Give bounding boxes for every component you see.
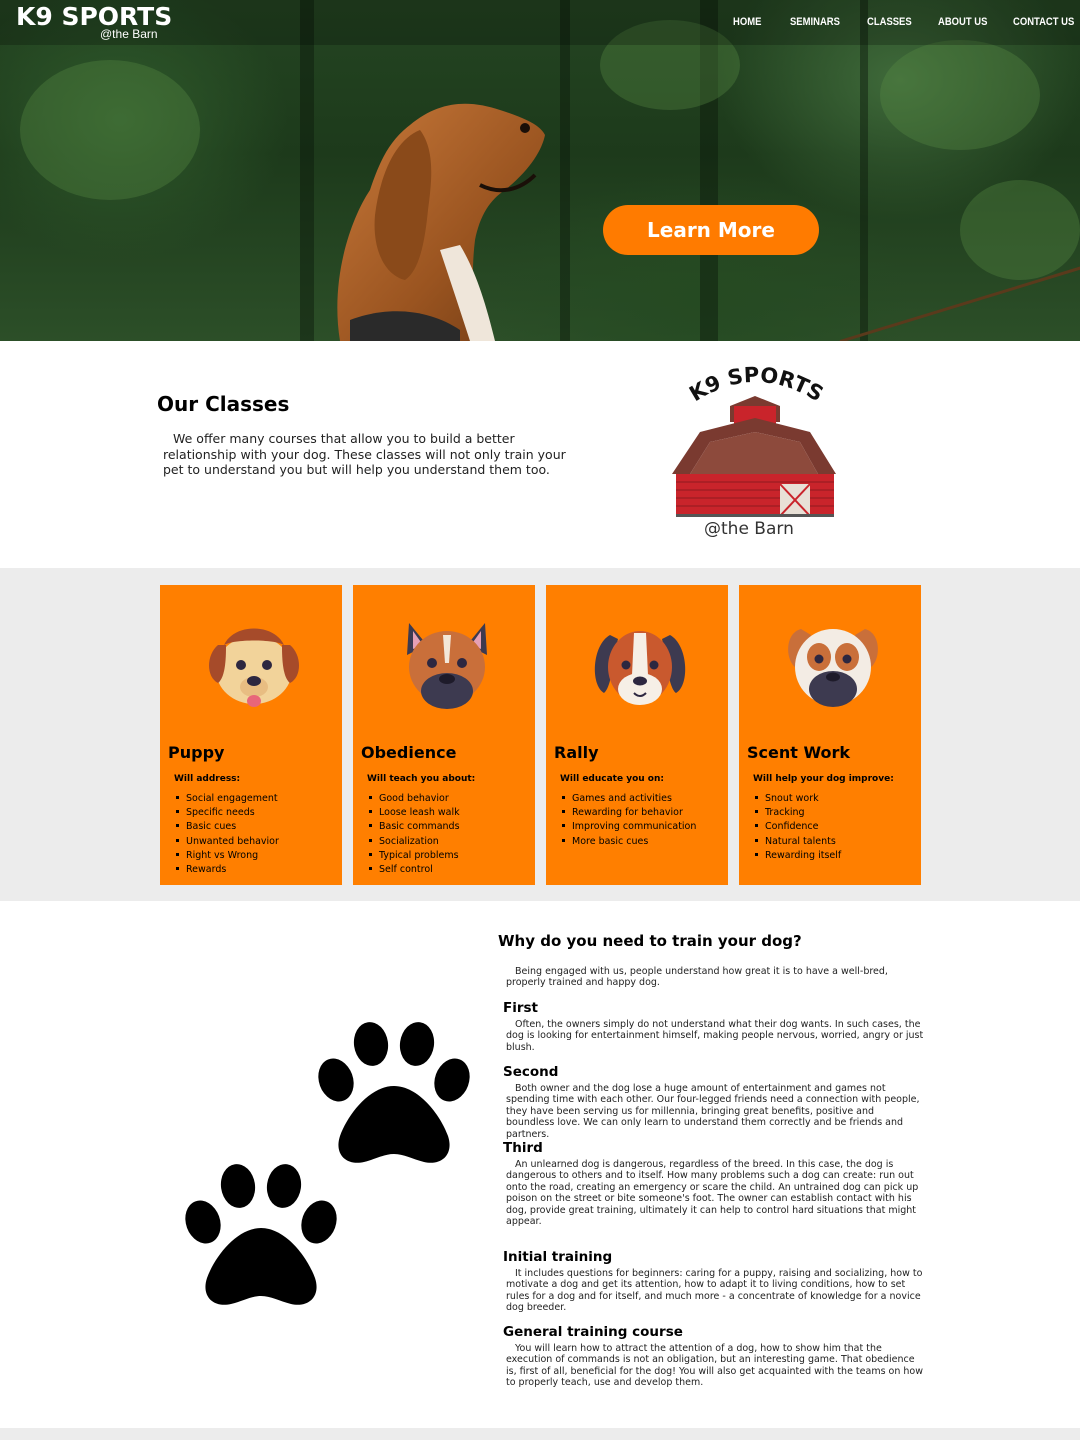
why-train-title: Why do you need to train your dog? [498,932,802,950]
foliage [20,60,200,200]
card-intro: Will help your dog improve: [753,774,894,784]
card-title: Rally [554,743,599,762]
card-title: Obedience [361,743,457,762]
card-list: Good behavior Loose leash walk Basic com… [367,792,460,877]
section-text: An unlearned dog is dangerous, regardles… [506,1159,919,1228]
mastiff-face-icon [788,629,878,707]
paw-print-icon [318,1022,470,1163]
class-card-obedience[interactable]: Obedience Will teach you about: Good beh… [353,585,535,885]
section-heading: Third [503,1140,543,1156]
boxer-face-icon [407,623,487,709]
beagle-face-icon [594,631,686,705]
list-item: Tracking [753,806,841,820]
top-navbar: K9 SPORTS @the Barn HOME SEMINARS CLASSE… [0,0,1080,45]
section-heading: Initial training [503,1249,613,1265]
paw-print-icon [185,1164,337,1305]
foliage [880,40,1040,150]
card-title: Puppy [168,743,225,762]
tree-trunk [860,0,868,341]
foliage [960,180,1080,280]
nav-contact-us[interactable]: CONTACT US [1013,16,1074,28]
list-item: Games and activities [560,792,696,806]
card-intro: Will teach you about: [367,774,476,784]
nav-about-us[interactable]: ABOUT US [938,16,987,28]
site-logo-subtitle: @the Barn [100,27,158,41]
list-item: Good behavior [367,792,460,806]
nav-home[interactable]: HOME [733,16,761,28]
footer-band [0,1428,1080,1440]
card-list: Snout work Tracking Confidence Natural t… [753,792,841,863]
card-title: Scent Work [747,743,851,762]
nav-seminars[interactable]: SEMINARS [790,16,840,28]
class-card-scent-work[interactable]: Scent Work Will help your dog improve: S… [739,585,921,885]
barn-logo-subtitle: @the Barn [704,519,794,539]
list-item: Confidence [753,820,841,834]
nav-classes[interactable]: CLASSES [867,16,912,28]
list-item: Unwanted behavior [174,835,279,849]
dog-photo [337,103,545,341]
section-text: You will learn how to attract the attent… [506,1343,924,1389]
list-item: More basic cues [560,835,696,849]
card-list: Social engagement Specific needs Basic c… [174,792,279,877]
section-text: Often, the owners simply do not understa… [506,1019,924,1053]
list-item: Specific needs [174,806,279,820]
our-classes-title: Our Classes [157,392,290,416]
class-card-rally[interactable]: Rally Will educate you on: Games and act… [546,585,728,885]
card-intro: Will address: [174,774,241,784]
list-item: Self control [367,863,460,877]
list-item: Socialization [367,835,460,849]
list-item: Snout work [753,792,841,806]
list-item: Rewards [174,863,279,877]
list-item: Social engagement [174,792,279,806]
card-list: Games and activities Rewarding for behav… [560,792,696,849]
class-card-puppy[interactable]: Puppy Will address: Social engagement Sp… [160,585,342,885]
list-item: Rewarding itself [753,849,841,863]
list-item: Basic cues [174,820,279,834]
puppy-face-icon [209,628,299,707]
list-item: Right vs Wrong [174,849,279,863]
list-item: Typical problems [367,849,460,863]
list-item: Loose leash walk [367,806,460,820]
list-item: Natural talents [753,835,841,849]
our-classes-text: We offer many courses that allow you to … [163,431,566,477]
list-item: Rewarding for behavior [560,806,696,820]
section-heading: Second [503,1064,559,1080]
section-heading: General training course [503,1324,683,1340]
section-text: Both owner and the dog lose a huge amoun… [506,1083,920,1140]
hero-banner: K9 SPORTS @the Barn HOME SEMINARS CLASSE… [0,0,1080,341]
list-item: Improving communication [560,820,696,834]
section-heading: First [503,1000,538,1016]
why-train-intro: Being engaged with us, people understand… [506,966,888,989]
learn-more-button[interactable]: Learn More [603,205,819,255]
card-intro: Will educate you on: [560,774,664,784]
section-text: It includes questions for beginners: car… [506,1268,923,1314]
list-item: Basic commands [367,820,460,834]
